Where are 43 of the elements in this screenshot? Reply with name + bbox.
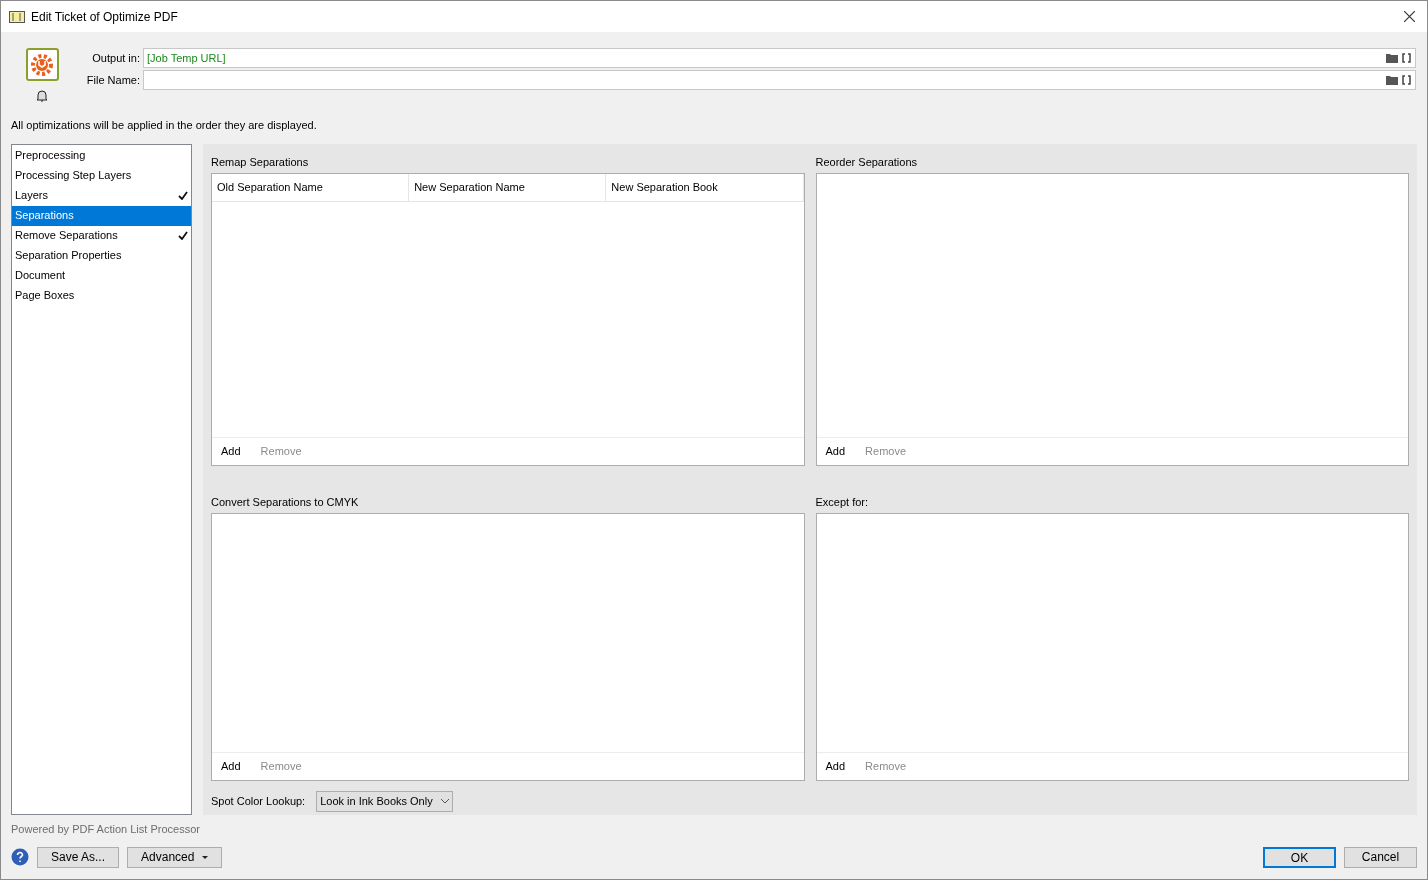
panel-action-button[interactable]: Add <box>825 443 846 460</box>
brackets-icon[interactable] <box>1402 53 1411 63</box>
menu-button[interactable]: Advanced <box>127 846 223 868</box>
output-in-label: Output in: <box>91 50 140 66</box>
column-header[interactable]: Old Separation Name <box>212 174 410 201</box>
chevron-icon <box>440 798 449 804</box>
column-header[interactable]: New Separation Name <box>409 174 607 201</box>
window-title: Edit Ticket of Optimize PDF <box>31 8 179 26</box>
sidebar-item[interactable]: Processing Step Layers <box>12 165 191 186</box>
column-header[interactable]: New Separation Book <box>606 174 804 201</box>
brackets-icon[interactable] <box>1402 75 1411 85</box>
sidebar-item[interactable]: Separation Properties <box>12 245 191 266</box>
sidebar-item[interactable]: Layers <box>12 185 191 206</box>
sidebar-item[interactable]: Separations <box>12 205 191 226</box>
sidebar-item[interactable]: Remove Separations <box>12 225 191 246</box>
panel-action-button[interactable]: Add <box>221 758 241 775</box>
powered-by-text: Powered by PDF Action List Processor <box>10 821 201 837</box>
folder-icon[interactable] <box>1386 53 1398 63</box>
panel-title: Convert Separations to CMYK <box>211 494 360 510</box>
sidebar-item[interactable]: Preprocessing <box>12 145 191 166</box>
output-in-field[interactable]: [Job Temp URL] <box>143 48 1416 68</box>
sidebar-item[interactable]: Page Boxes <box>12 285 191 306</box>
panel-title: Reorder Separations <box>815 154 918 170</box>
notice-text: All optimizations will be applied in the order they are displayed. <box>10 118 318 133</box>
panel-action-button[interactable]: Add <box>221 443 241 460</box>
spot-color-label: Spot Color Lookup: <box>211 793 306 809</box>
save-as-button[interactable]: Save As... <box>37 846 120 868</box>
help-icon[interactable] <box>11 848 29 866</box>
bell-icon[interactable] <box>35 89 49 103</box>
ticket-icon <box>9 10 25 23</box>
close-icon[interactable] <box>1404 11 1415 22</box>
spot-color-dropdown[interactable]: Look in Ink Books Only <box>316 790 453 812</box>
panel-title: Except for: <box>815 494 870 510</box>
panel-title: Remap Separations <box>211 154 310 170</box>
folder-icon[interactable] <box>1386 75 1398 85</box>
caret-icon <box>202 855 209 859</box>
file-name-field[interactable] <box>143 70 1416 90</box>
dialog-button[interactable]: Cancel <box>1344 846 1417 868</box>
panel-action-button[interactable]: Add <box>825 758 846 775</box>
dialog-button[interactable]: OK <box>1263 846 1336 868</box>
file-name-label: File Name: <box>85 72 140 88</box>
tool-icon <box>25 48 59 81</box>
sidebar-item[interactable]: Document <box>12 265 191 286</box>
